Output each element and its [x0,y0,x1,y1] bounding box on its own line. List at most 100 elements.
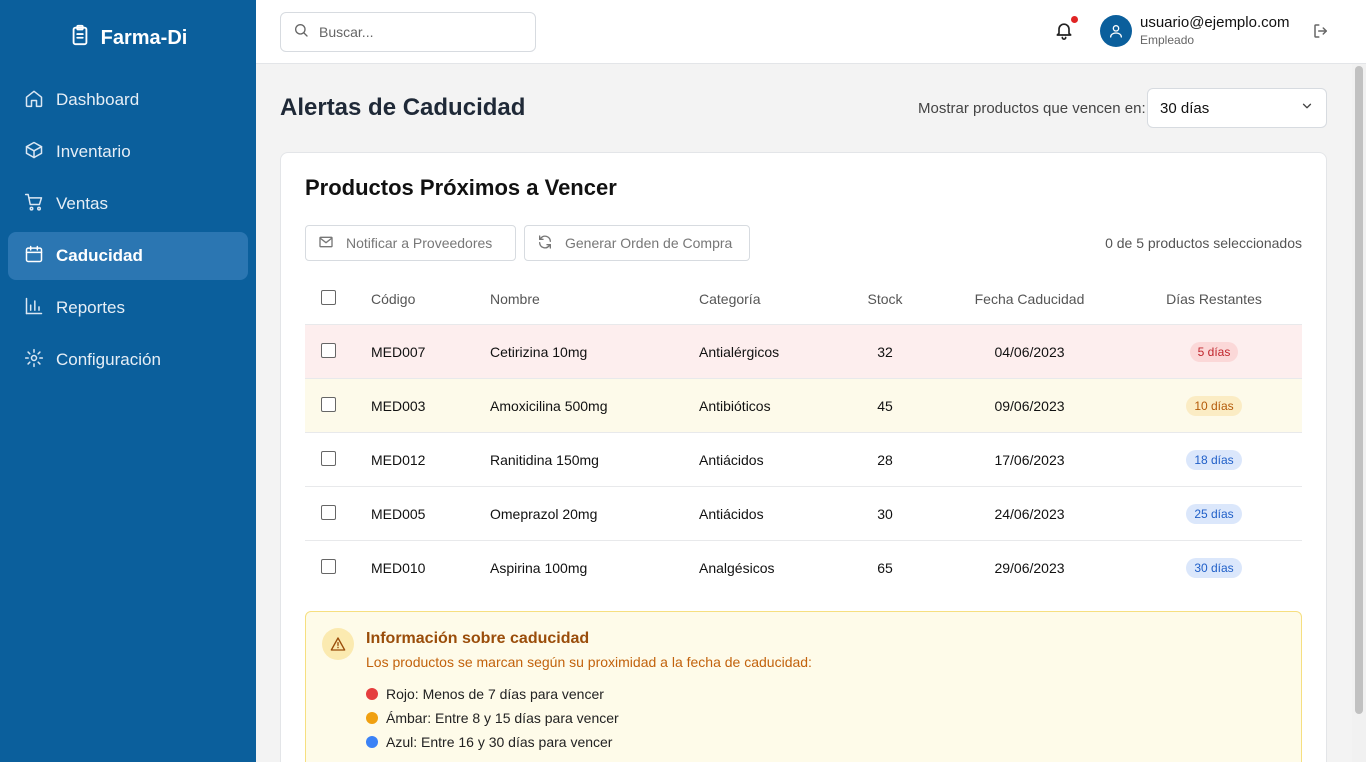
sidebar-item-label: Ventas [56,194,108,213]
selected-count: 0 de 5 productos seleccionados [1105,235,1302,251]
blue-dot-icon [366,736,378,748]
cell-expiry-date: 29/06/2023 [994,560,1065,576]
days-filter-value: 30 días [1160,99,1210,117]
header-category[interactable]: Categoría [699,291,849,307]
legend: Rojo: Menos de 7 días para vencer Ámbar:… [366,682,619,754]
cell-category: Antiácidos [699,505,764,522]
select-all-checkbox[interactable] [321,289,336,305]
bar-chart-icon [24,296,44,321]
row-checkbox[interactable] [321,396,336,412]
sidebar-item-inventario[interactable]: Inventario [8,128,248,176]
legend-label: Rojo: Menos de 7 días para vencer [386,686,604,702]
cart-icon [24,192,44,217]
generate-order-button[interactable]: Generar Orden de Compra [524,225,750,261]
cell-category: Antiácidos [699,451,764,468]
sidebar-item-label: Dashboard [56,90,140,109]
expiry-info-panel: Información sobre caducidad Los producto… [305,611,1302,762]
notify-suppliers-button[interactable]: Notificar a Proveedores [305,225,516,261]
user-email: usuario@ejemplo.com [1140,14,1290,31]
amber-dot-icon [366,712,378,724]
days-badge: 25 días [1186,503,1242,524]
mail-icon [318,234,334,253]
days-badge: 5 días [1189,341,1239,362]
cell-stock: 28 [877,451,893,468]
row-checkbox[interactable] [321,504,336,520]
header-name[interactable]: Nombre [490,291,699,307]
user-role: Empleado [1140,33,1195,47]
products-table: Código Nombre Categoría Stock Fecha Cadu… [305,273,1302,595]
sidebar-item-ventas[interactable]: Ventas [8,180,248,228]
cell-expiry-date: 09/06/2023 [994,397,1065,414]
gear-icon [24,348,44,373]
table-row[interactable]: MED005 Omeprazol 20mg Antiácidos 30 24/0… [305,487,1302,541]
table-row[interactable]: MED012 Ranitidina 150mg Antiácidos 28 17… [305,433,1302,487]
sidebar-item-dashboard[interactable]: Dashboard [8,76,248,124]
cell-expiry-date: 17/06/2023 [994,451,1065,468]
warning-icon [322,628,354,660]
brand-name: Farma-Di [100,26,188,49]
sidebar-item-label: Reportes [56,298,125,317]
main-content: Alertas de Caducidad Mostrar productos q… [256,64,1352,762]
header-days-remaining[interactable]: Días Restantes [1138,291,1290,307]
sidebar-item-configuracion[interactable]: Configuración [8,336,248,384]
cell-code: MED007 [371,343,426,360]
header-code[interactable]: Código [371,291,490,307]
scrollbar-thumb[interactable] [1355,66,1363,714]
header-stock[interactable]: Stock [849,291,921,307]
sidebar-item-caducidad[interactable]: Caducidad [8,232,248,280]
avatar [1100,14,1132,47]
logout-icon[interactable] [1312,22,1332,42]
search-box[interactable] [280,12,536,52]
search-icon [293,22,309,43]
user-menu[interactable]: usuario@ejemplo.com Empleado [1100,14,1289,47]
days-badge: 10 días [1186,395,1242,416]
brand[interactable]: Farma-Di [0,0,256,76]
table-row[interactable]: MED007 Cetirizina 10mg Antialérgicos 32 … [305,325,1302,379]
cell-stock: 45 [877,397,893,414]
cell-code: MED010 [371,560,426,576]
cell-code: MED005 [371,505,426,522]
days-filter-select[interactable]: 30 días [1147,88,1327,128]
expiring-products-card: Productos Próximos a Vencer Notificar a … [280,152,1327,762]
notify-suppliers-label: Notificar a Proveedores [346,235,493,251]
info-text: Los productos se marcan según su proximi… [366,654,812,670]
search-input[interactable] [319,24,519,40]
cell-name: Amoxicilina 500mg [490,397,608,414]
row-checkbox[interactable] [321,342,336,358]
clipboard-icon [69,24,91,52]
legend-label: Azul: Entre 16 y 30 días para vencer [386,734,613,750]
topbar: usuario@ejemplo.com Empleado [256,0,1366,64]
notification-dot [1071,16,1078,23]
sidebar-item-label: Configuración [56,350,161,369]
cell-stock: 32 [877,343,893,360]
chevron-down-icon [1300,99,1314,117]
cell-name: Omeprazol 20mg [490,505,598,522]
red-dot-icon [366,688,378,700]
legend-label: Ámbar: Entre 8 y 15 días para vencer [386,710,619,726]
cell-stock: 65 [877,560,893,576]
table-row[interactable]: MED010 Aspirina 100mg Analgésicos 65 29/… [305,541,1302,595]
info-title: Información sobre caducidad [366,630,590,647]
legend-item-red: Rojo: Menos de 7 días para vencer [366,682,619,706]
page-title: Alertas de Caducidad [280,94,526,121]
header-expiry-date[interactable]: Fecha Caducidad [921,291,1138,307]
days-badge: 18 días [1186,449,1242,470]
sidebar-item-reportes[interactable]: Reportes [8,284,248,332]
cell-stock: 30 [877,505,893,522]
cell-name: Aspirina 100mg [490,560,588,576]
bell-icon[interactable] [1054,16,1078,42]
cell-name: Cetirizina 10mg [490,343,588,360]
table-row[interactable]: MED003 Amoxicilina 500mg Antibióticos 45… [305,379,1302,433]
box-icon [24,140,44,165]
sidebar-item-label: Caducidad [56,246,143,265]
scrollbar[interactable] [1352,64,1366,762]
row-checkbox[interactable] [321,450,336,466]
cell-category: Antibióticos [699,397,771,414]
table-header: Código Nombre Categoría Stock Fecha Cadu… [305,273,1302,325]
cell-code: MED003 [371,397,426,414]
legend-item-blue: Azul: Entre 16 y 30 días para vencer [366,730,619,754]
days-badge: 30 días [1186,558,1242,578]
row-checkbox[interactable] [321,559,336,574]
sidebar-nav: Dashboard Inventario Ventas Caducidad Re… [0,76,256,384]
refresh-icon [537,234,553,253]
